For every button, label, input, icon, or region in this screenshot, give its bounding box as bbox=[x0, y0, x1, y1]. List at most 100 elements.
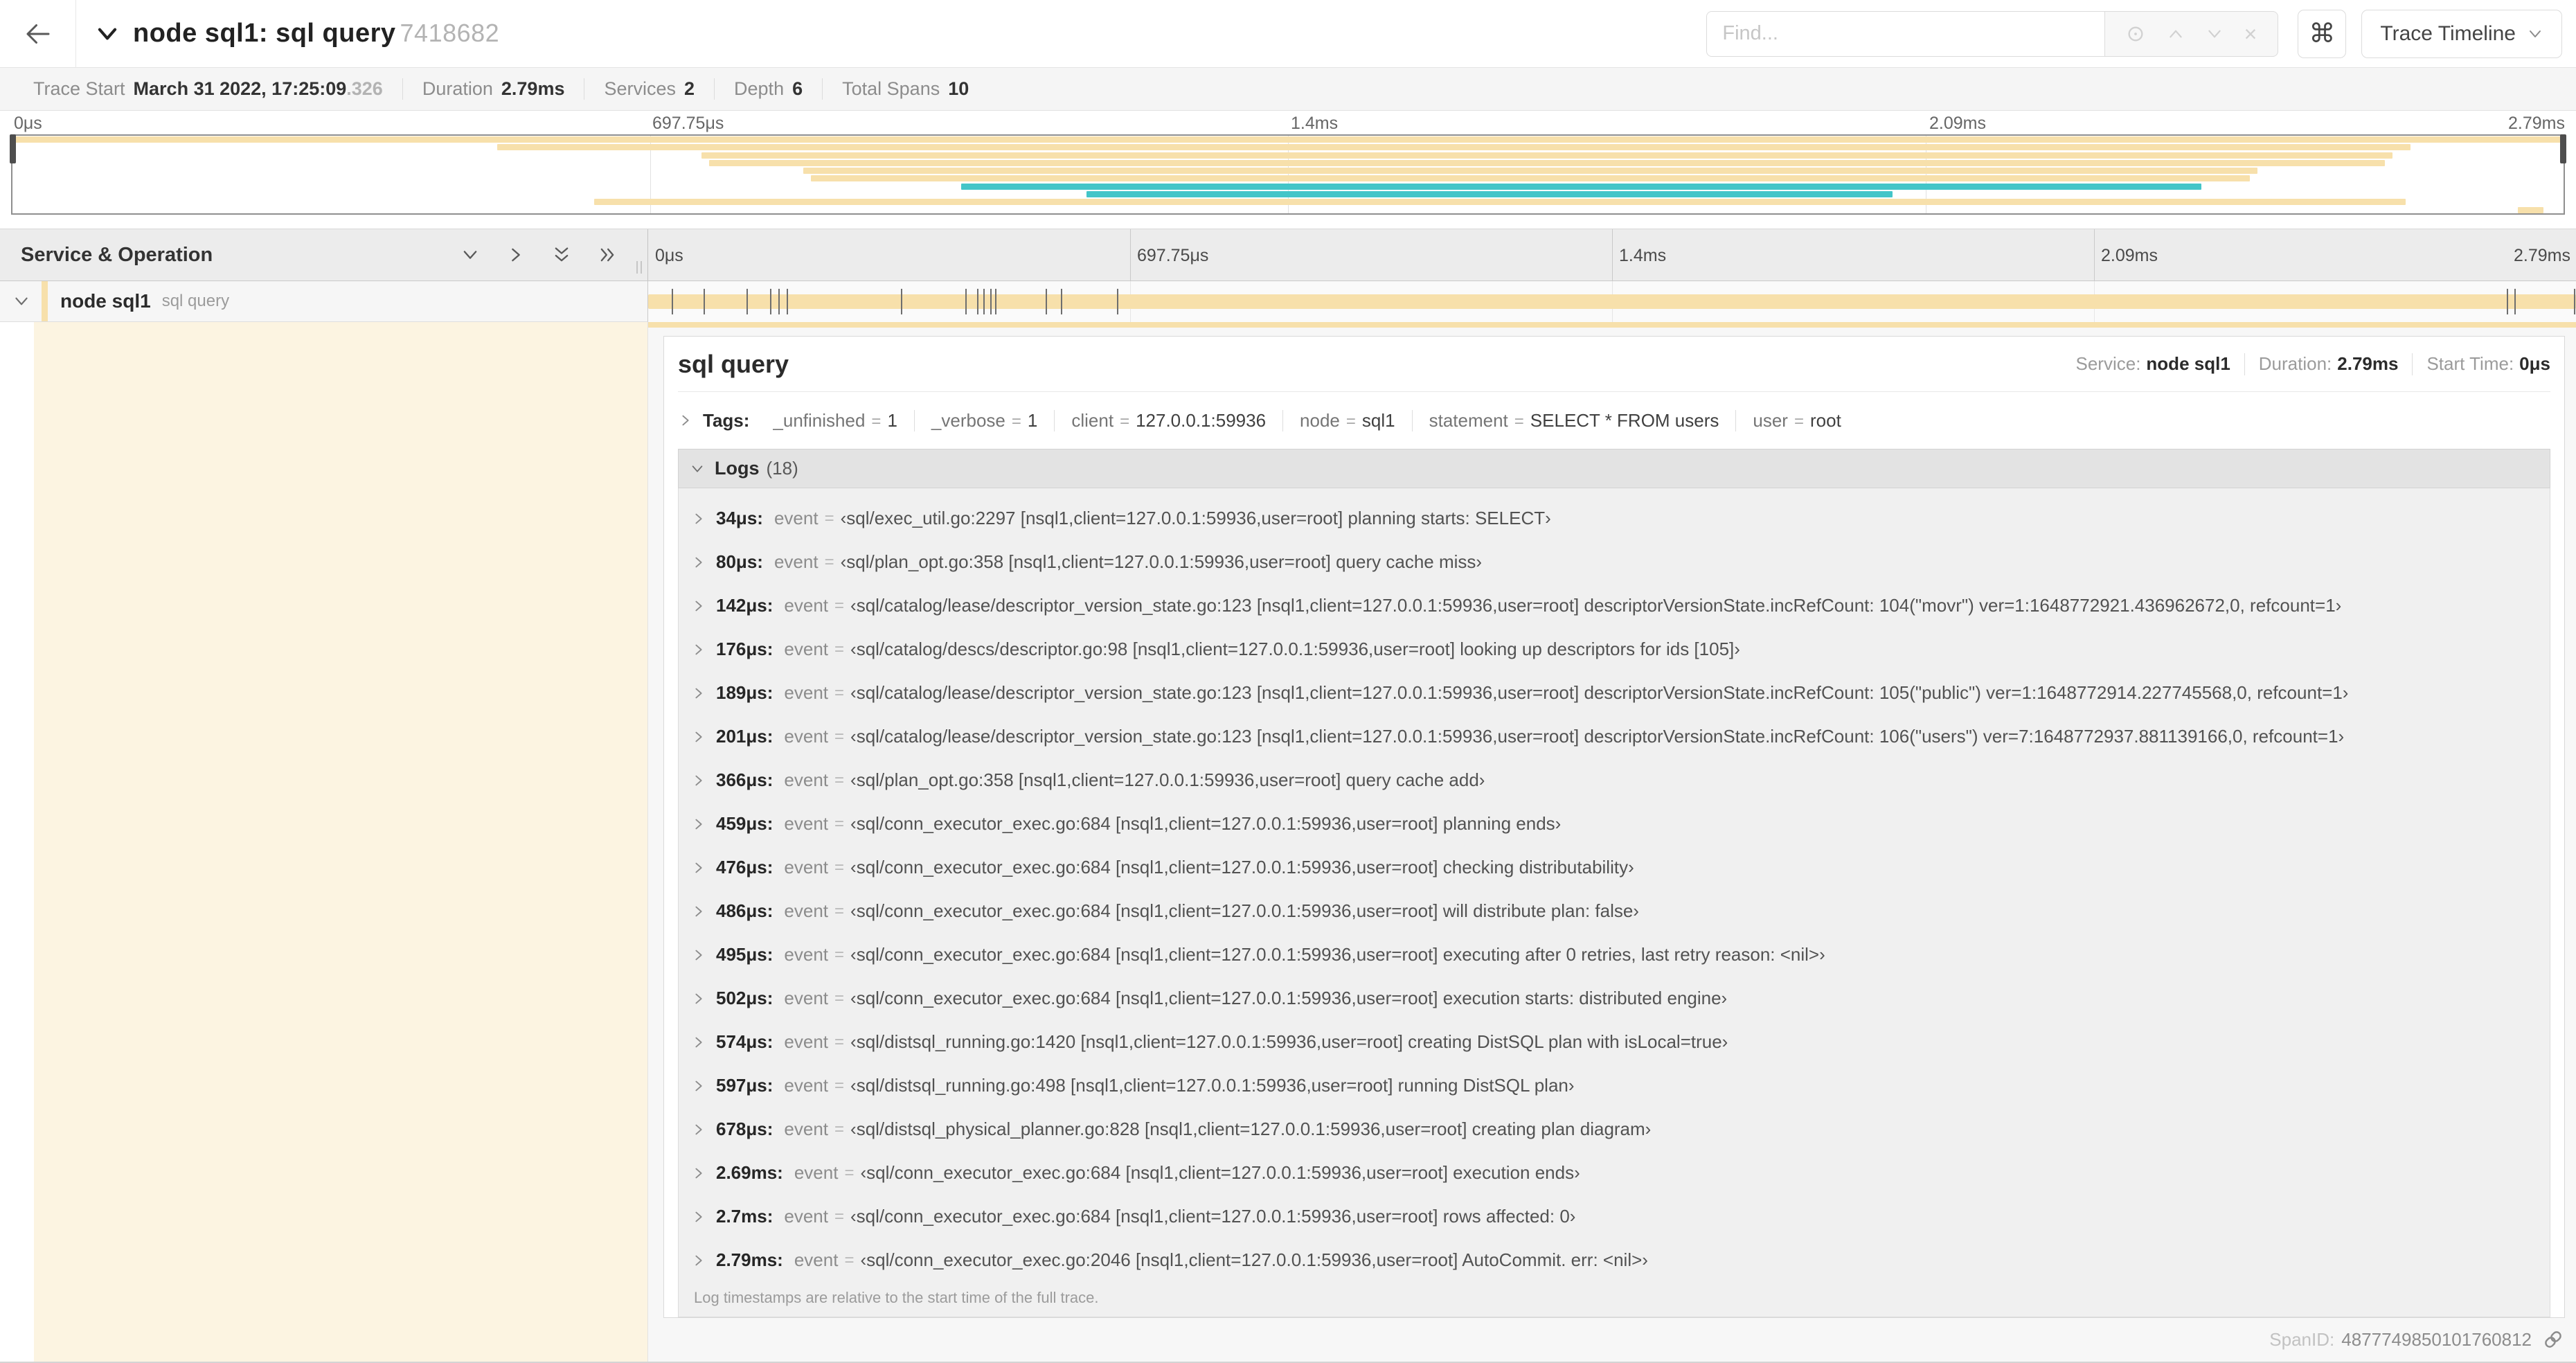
log-row[interactable]: 678μs: event = ‹sql/distsql_physical_pla… bbox=[691, 1107, 2541, 1151]
minimap-canvas[interactable] bbox=[10, 134, 2566, 215]
clear-find-icon[interactable]: × bbox=[2244, 23, 2257, 45]
tag-key: statement bbox=[1429, 409, 1508, 431]
log-marker[interactable] bbox=[671, 289, 673, 314]
log-marker[interactable] bbox=[2514, 289, 2516, 314]
log-marker[interactable] bbox=[778, 289, 780, 314]
ruler-tick-label: 2.79ms bbox=[2514, 246, 2570, 265]
expand-all-button[interactable] bbox=[598, 245, 617, 265]
log-field-key: event bbox=[784, 1075, 829, 1096]
log-field-key: event bbox=[773, 551, 819, 572]
view-select-button[interactable]: Trace Timeline bbox=[2361, 9, 2562, 58]
log-row[interactable]: 476μs: event = ‹sql/conn_executor_exec.g… bbox=[691, 846, 2541, 889]
span-overview: Service: node sql1 Duration: 2.79ms Star… bbox=[2075, 353, 2550, 375]
logs-label: Logs bbox=[715, 458, 760, 479]
log-timestamp: 2.69ms: bbox=[716, 1162, 783, 1183]
span-detail-accent-bar bbox=[648, 322, 2576, 328]
start-time-value: 0μs bbox=[2519, 353, 2550, 374]
log-equals: = bbox=[834, 814, 845, 833]
deep-link-button[interactable] bbox=[2539, 1329, 2564, 1350]
minimap-left-scrubber[interactable] bbox=[10, 134, 16, 163]
log-marker[interactable] bbox=[995, 289, 997, 314]
tags-toggle-row[interactable]: Tags: _unfinished = 1 _verbose = 1 clien… bbox=[678, 392, 2550, 449]
find-input[interactable] bbox=[1706, 10, 2106, 57]
log-row[interactable]: 201μs: event = ‹sql/catalog/lease/descri… bbox=[691, 715, 2541, 758]
keyboard-shortcuts-button[interactable]: ⌘ bbox=[2298, 9, 2347, 58]
chevron-right-icon bbox=[691, 642, 706, 657]
log-field-value: ‹sql/conn_executor_exec.go:684 [nsql1,cl… bbox=[850, 988, 1728, 1008]
log-row[interactable]: 2.79ms: event = ‹sql/conn_executor_exec.… bbox=[691, 1238, 2541, 1282]
log-timestamp: 486μs: bbox=[716, 900, 773, 921]
back-button[interactable] bbox=[0, 0, 76, 68]
log-marker[interactable] bbox=[2574, 289, 2576, 314]
tag-item: client = 127.0.0.1:59936 bbox=[1055, 409, 1284, 431]
log-row[interactable]: 459μs: event = ‹sql/conn_executor_exec.g… bbox=[691, 802, 2541, 846]
tag-key: _verbose bbox=[931, 409, 1005, 431]
column-resize-grip[interactable] bbox=[636, 261, 642, 274]
log-marker[interactable] bbox=[983, 289, 985, 314]
log-row[interactable]: 495μs: event = ‹sql/conn_executor_exec.g… bbox=[691, 933, 2541, 977]
log-marker[interactable] bbox=[1060, 289, 1062, 314]
logs-toggle-header[interactable]: Logs (18) bbox=[678, 449, 2550, 488]
log-row[interactable]: 176μs: event = ‹sql/catalog/descs/descri… bbox=[691, 627, 2541, 671]
log-marker[interactable] bbox=[1116, 289, 1118, 314]
log-row[interactable]: 597μs: event = ‹sql/distsql_running.go:4… bbox=[691, 1064, 2541, 1107]
log-marker[interactable] bbox=[990, 289, 992, 314]
log-field-value: ‹sql/catalog/lease/descriptor_version_st… bbox=[850, 595, 2342, 616]
log-field-key: event bbox=[794, 1162, 839, 1183]
locate-icon[interactable] bbox=[2126, 24, 2145, 44]
span-name-cell[interactable]: node sql1 sql query bbox=[0, 281, 648, 322]
log-timestamp: 34μs: bbox=[716, 508, 763, 528]
span-detail-card: sql query Service: node sql1 Duration: 2… bbox=[663, 336, 2565, 1318]
log-row[interactable]: 2.69ms: event = ‹sql/conn_executor_exec.… bbox=[691, 1151, 2541, 1195]
log-row[interactable]: 34μs: event = ‹sql/exec_util.go:2297 [ns… bbox=[691, 497, 2541, 540]
span-duration-bar[interactable] bbox=[648, 294, 2576, 309]
log-marker[interactable] bbox=[1045, 289, 1047, 314]
log-row[interactable]: 574μs: event = ‹sql/distsql_running.go:1… bbox=[691, 1020, 2541, 1064]
log-timestamp: 502μs: bbox=[716, 988, 773, 1008]
stat-value: 2 bbox=[684, 78, 695, 99]
trace-minimap: 0μs 697.75μs 1.4ms 2.09ms 2.79ms bbox=[0, 111, 2576, 215]
span-detail-panel: sql query Service: node sql1 Duration: 2… bbox=[648, 322, 2576, 1362]
span-id-row: SpanID: 4877749850101760812 bbox=[648, 1318, 2576, 1361]
log-row[interactable]: 142μs: event = ‹sql/catalog/lease/descri… bbox=[691, 584, 2541, 627]
log-row[interactable]: 366μs: event = ‹sql/plan_opt.go:358 [nsq… bbox=[691, 758, 2541, 802]
log-row[interactable]: 486μs: event = ‹sql/conn_executor_exec.g… bbox=[691, 889, 2541, 933]
minimap-tick-label: 2.09ms bbox=[1929, 114, 1986, 133]
log-marker[interactable] bbox=[976, 289, 978, 314]
tag-value: SELECT * FROM users bbox=[1530, 409, 1719, 431]
collapse-trace-icon[interactable] bbox=[94, 21, 120, 47]
ruler-tick-label: 1.4ms bbox=[1619, 246, 1667, 265]
log-field-key: event bbox=[784, 1031, 829, 1052]
collapse-one-button[interactable] bbox=[460, 245, 480, 265]
log-row[interactable]: 502μs: event = ‹sql/conn_executor_exec.g… bbox=[691, 977, 2541, 1020]
chevron-right-icon bbox=[691, 947, 706, 963]
log-row[interactable]: 189μs: event = ‹sql/catalog/lease/descri… bbox=[691, 671, 2541, 715]
log-marker[interactable] bbox=[900, 289, 902, 314]
log-field-value: ‹sql/distsql_running.go:1420 [nsql1,clie… bbox=[850, 1031, 1728, 1052]
log-equals: = bbox=[834, 596, 845, 615]
log-row[interactable]: 2.7ms: event = ‹sql/conn_executor_exec.g… bbox=[691, 1195, 2541, 1238]
log-field-value: ‹sql/catalog/lease/descriptor_version_st… bbox=[850, 726, 2345, 747]
log-field-key: event bbox=[794, 1249, 839, 1270]
log-marker[interactable] bbox=[703, 289, 705, 314]
log-equals: = bbox=[824, 552, 834, 571]
stat-label: Trace Start bbox=[33, 78, 125, 99]
log-timestamp: 495μs: bbox=[716, 944, 773, 965]
log-marker[interactable] bbox=[787, 289, 789, 314]
prev-match-icon[interactable] bbox=[2167, 25, 2185, 43]
log-timestamp: 678μs: bbox=[716, 1119, 773, 1139]
next-match-icon[interactable] bbox=[2206, 25, 2224, 43]
log-marker[interactable] bbox=[2506, 289, 2508, 314]
collapse-children-icon[interactable] bbox=[12, 292, 30, 310]
minimap-right-scrubber[interactable] bbox=[2560, 134, 2566, 163]
collapse-all-button[interactable] bbox=[552, 245, 571, 265]
top-bar-actions: × ⌘ Trace Timeline bbox=[1706, 9, 2562, 58]
chevron-right-icon bbox=[691, 1035, 706, 1050]
chevron-right-icon bbox=[691, 904, 706, 919]
expand-one-button[interactable] bbox=[506, 245, 526, 265]
log-marker[interactable] bbox=[965, 289, 967, 314]
log-row[interactable]: 80μs: event = ‹sql/plan_opt.go:358 [nsql… bbox=[691, 540, 2541, 584]
log-marker[interactable] bbox=[746, 289, 748, 314]
service-label: Service: bbox=[2075, 353, 2141, 374]
log-marker[interactable] bbox=[769, 289, 771, 314]
